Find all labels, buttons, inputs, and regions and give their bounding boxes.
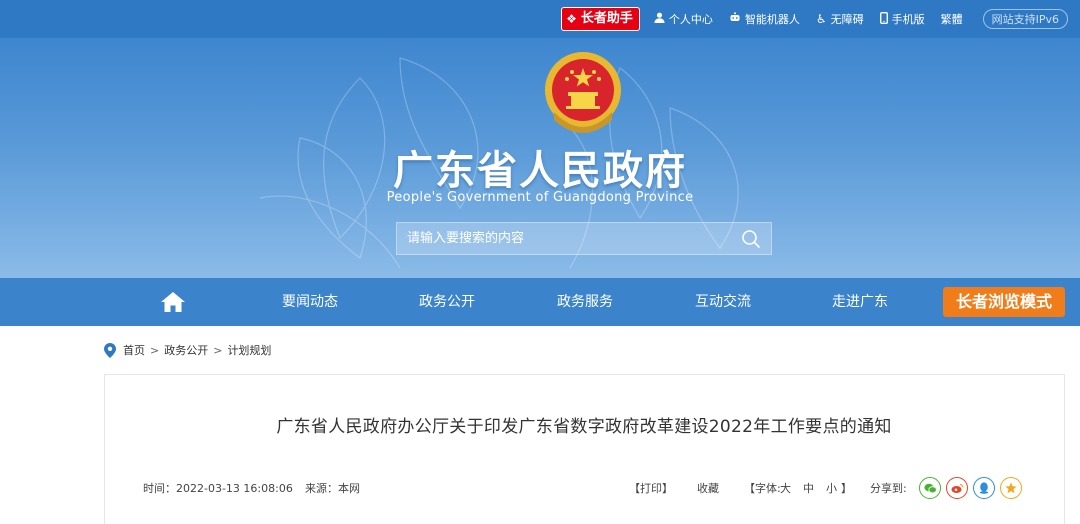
- nav-item-news[interactable]: 要闻动态: [282, 278, 338, 326]
- location-pin-icon: [104, 342, 116, 358]
- home-icon[interactable]: [160, 290, 186, 314]
- font-size-close: 】: [841, 482, 852, 495]
- qq-share-icon[interactable]: [973, 477, 995, 499]
- traditional-chinese-link[interactable]: 繁體: [941, 11, 963, 27]
- favorite-button[interactable]: 收藏: [697, 480, 719, 496]
- breadcrumb-separator: >: [213, 343, 223, 357]
- user-icon: [654, 12, 665, 26]
- header-banner: 广东省人民政府 People's Government of Guangdong…: [0, 38, 1080, 278]
- elder-helper-button[interactable]: ❖ 长者助手: [561, 7, 640, 31]
- main-nav: 要闻动态 政务公开 政务服务 互动交流 走进广东 长者浏览模式: [0, 278, 1080, 326]
- breadcrumb: 首页 > 政务公开 > 计划规划: [104, 340, 271, 360]
- top-bar: ❖ 长者助手 个人中心 智能机器人 ♿ 无障碍 手机版 繁體 网站支持IPv6: [0, 0, 1080, 38]
- wheelchair-icon: ♿: [815, 12, 827, 26]
- nav-item-guangdong[interactable]: 走进广东: [832, 278, 888, 326]
- wechat-share-icon[interactable]: [919, 477, 941, 499]
- elder-helper-icon: ❖: [566, 12, 577, 26]
- search-icon: [742, 229, 761, 248]
- robot-icon: [729, 12, 741, 26]
- breadcrumb-gov-open[interactable]: 政务公开: [164, 342, 208, 358]
- search-input[interactable]: [397, 231, 731, 246]
- publish-time: 时间：2022-03-13 16:08:06: [143, 482, 293, 495]
- search-button[interactable]: [731, 222, 771, 255]
- traditional-chinese-label: 繁體: [940, 13, 963, 26]
- robot-link[interactable]: 智能机器人: [729, 11, 800, 27]
- elder-mode-button[interactable]: 长者浏览模式: [943, 287, 1065, 317]
- national-emblem-icon: [545, 52, 621, 133]
- qzone-share-icon[interactable]: [1000, 477, 1022, 499]
- nav-item-gov-open[interactable]: 政务公开: [419, 278, 475, 326]
- site-subtitle: People's Government of Guangdong Provinc…: [386, 190, 694, 205]
- font-size-label: 【字体:: [744, 482, 781, 495]
- accessibility-link[interactable]: ♿ 无障碍: [816, 11, 864, 27]
- article-source: 来源：本网: [305, 482, 360, 495]
- accessibility-label: 无障碍: [830, 13, 864, 26]
- share-label: 分享到:: [870, 482, 907, 495]
- robot-label: 智能机器人: [744, 13, 800, 26]
- article-card: [104, 374, 1065, 524]
- article-title: 广东省人民政府办公厅关于印发广东省数字政府改革建设2022年工作要点的通知: [276, 417, 892, 437]
- personal-center-link[interactable]: 个人中心: [654, 11, 713, 27]
- font-medium-button[interactable]: 中: [803, 480, 814, 496]
- nav-item-interaction[interactable]: 互动交流: [695, 278, 751, 326]
- mobile-link[interactable]: 手机版: [879, 11, 925, 27]
- font-small-button[interactable]: 小: [826, 480, 837, 496]
- mobile-label: 手机版: [891, 13, 925, 26]
- elder-helper-label: 长者助手: [580, 11, 633, 26]
- nav-item-gov-service[interactable]: 政务服务: [557, 278, 613, 326]
- font-large-button[interactable]: 大: [780, 480, 791, 496]
- personal-center-label: 个人中心: [668, 13, 713, 26]
- breadcrumb-separator: >: [150, 343, 160, 357]
- weibo-share-icon[interactable]: [946, 477, 968, 499]
- breadcrumb-plan[interactable]: 计划规划: [227, 342, 271, 358]
- search-box: [396, 222, 772, 255]
- print-button[interactable]: 【打印】: [629, 480, 673, 496]
- site-title: 广东省人民政府: [393, 148, 687, 194]
- ipv6-badge: 网站支持IPv6: [982, 9, 1068, 29]
- phone-icon: [879, 11, 888, 27]
- breadcrumb-home[interactable]: 首页: [123, 342, 145, 358]
